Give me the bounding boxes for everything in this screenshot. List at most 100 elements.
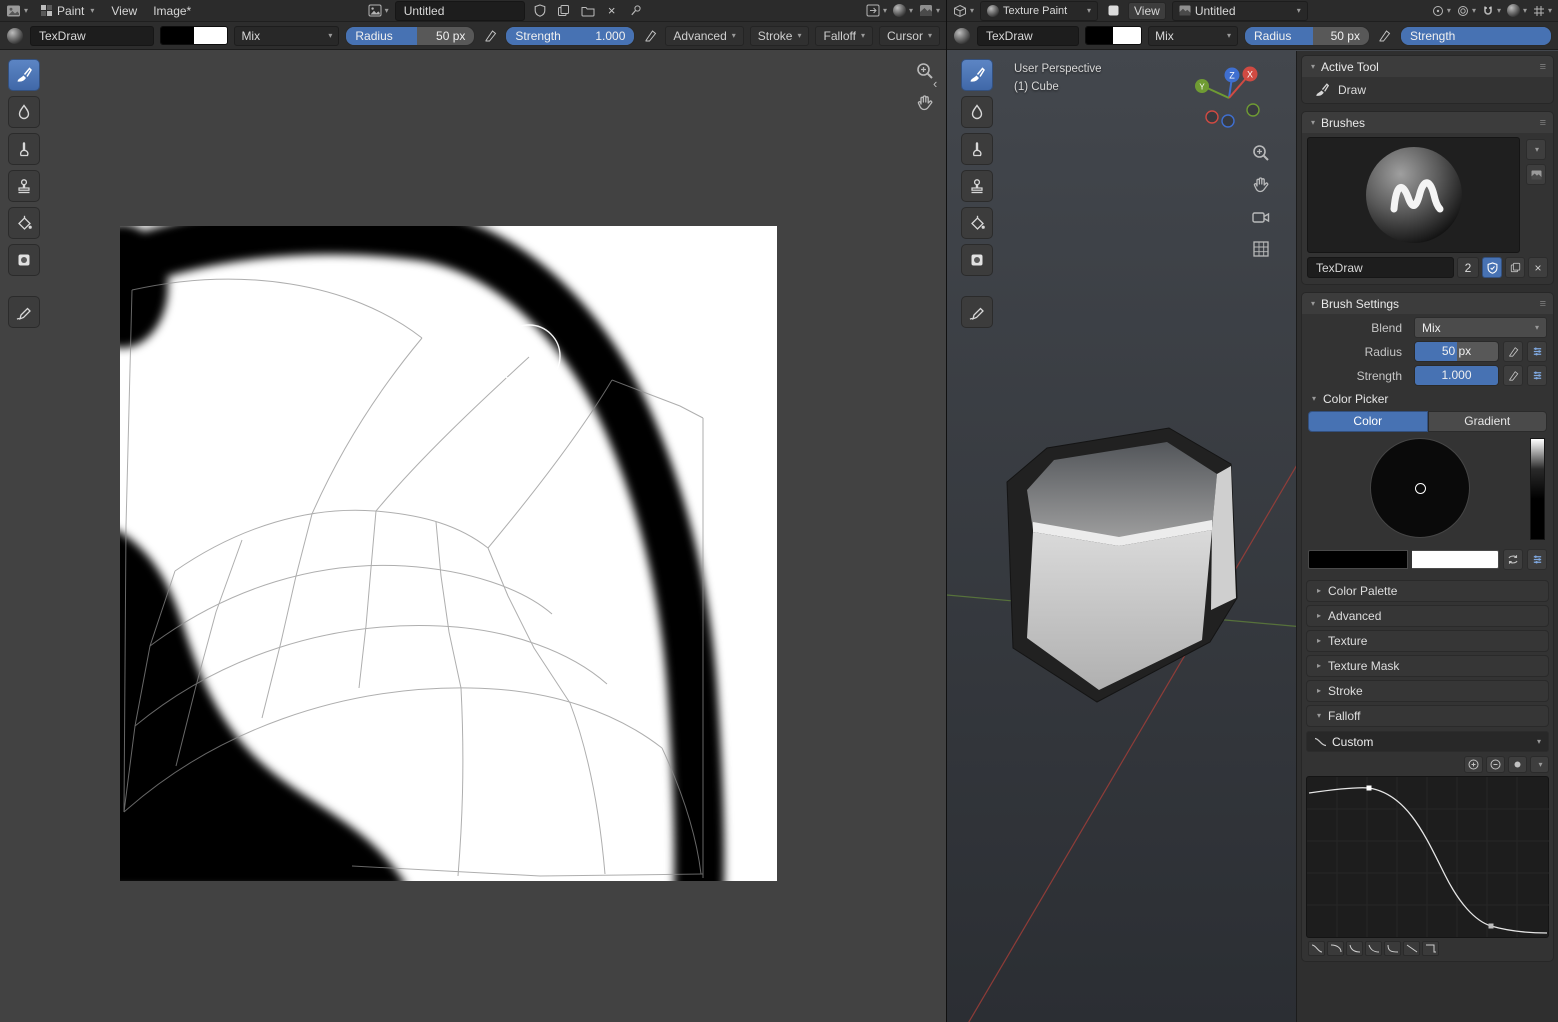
cube-object[interactable] (1007, 428, 1237, 702)
secondary-color-swatch[interactable] (1412, 550, 1499, 569)
snapping-dropdown[interactable]: ▾ (1482, 2, 1501, 20)
gizmo-neg-y[interactable] (1247, 104, 1259, 116)
section-stroke[interactable]: ▸ Stroke (1306, 680, 1549, 702)
gizmo-x-label[interactable]: X (1247, 70, 1253, 80)
canvas-image-dropdown[interactable]: Untitled ▾ (1172, 1, 1308, 21)
color-wheel[interactable] (1370, 438, 1470, 538)
curve-point-2[interactable] (1489, 924, 1494, 929)
strength-unit-button[interactable] (1527, 365, 1547, 386)
falloff-preset-inverse-square-icon[interactable] (1365, 941, 1382, 956)
blend-mode-dropdown[interactable]: Mix ▾ (234, 26, 339, 46)
open-image-button[interactable] (579, 2, 597, 20)
swap-colors-button[interactable] (1503, 549, 1523, 570)
menu-image[interactable]: Image* (148, 3, 196, 19)
color-wheel-cursor[interactable] (1415, 483, 1426, 494)
section-color-palette[interactable]: ▸ Color Palette (1306, 580, 1549, 602)
falloff-curve[interactable] (1309, 788, 1547, 933)
falloff-preset-constant-icon[interactable] (1422, 941, 1439, 956)
duplicate-brush-button[interactable] (1505, 257, 1525, 278)
gizmo-neg-z[interactable] (1222, 115, 1234, 127)
panel-grip-icon[interactable]: ≡ (1540, 61, 1546, 73)
secondary-color-swatch[interactable] (1113, 27, 1141, 44)
radius-slider[interactable]: Radius 50 px (345, 26, 475, 46)
fake-user-button[interactable] (531, 2, 549, 20)
panel-grip-icon[interactable]: ≡ (1540, 298, 1546, 310)
tab-color[interactable]: Color (1308, 411, 1428, 432)
brush-preview-button[interactable] (6, 27, 24, 45)
browse-image-button[interactable]: ▾ (368, 2, 389, 20)
falloff-preset-sharp-icon[interactable] (1384, 941, 1401, 956)
sidebar-collapse-arrow[interactable]: ‹ (933, 76, 937, 91)
radius-pressure-button[interactable] (481, 27, 499, 45)
brush-select-dropdown[interactable]: ▾ (1526, 139, 1546, 160)
section-texture-mask[interactable]: ▸ Texture Mask (1306, 655, 1549, 677)
material-ball-dropdown[interactable]: ▾ (893, 2, 913, 20)
curve-zoom-out-button[interactable] (1486, 756, 1505, 773)
tool-annotate[interactable] (8, 296, 40, 328)
tool-fill[interactable] (961, 207, 993, 239)
brush-name-field[interactable]: TexDraw (1307, 257, 1454, 278)
brush-users-count[interactable]: 2 (1457, 257, 1479, 278)
tool-clone[interactable] (8, 170, 40, 202)
image-editor-canvas-area[interactable]: ‹ (0, 50, 946, 1022)
curve-clipping-button[interactable] (1508, 756, 1527, 773)
tool-draw[interactable] (8, 59, 40, 91)
image-name-field[interactable]: Untitled (395, 1, 525, 21)
viewport-3d-area[interactable]: User Perspective (1) Cube (947, 50, 1558, 1022)
color-swatches[interactable] (1085, 26, 1142, 45)
editor-type-button[interactable]: ▾ (953, 2, 974, 20)
curve-zoom-in-button[interactable] (1464, 756, 1483, 773)
overlays-dropdown[interactable]: ▾ (1533, 2, 1552, 20)
active-tool-panel-header[interactable]: ▾ Active Tool ≡ (1302, 56, 1553, 77)
editor-type-button[interactable]: ▾ (6, 2, 28, 20)
orthographic-toggle-icon[interactable] (1251, 239, 1271, 259)
tool-clone[interactable] (961, 170, 993, 202)
tool-annotate[interactable] (961, 296, 993, 328)
unlink-brush-button[interactable]: × (1528, 257, 1548, 278)
primary-color-swatch[interactable] (1086, 27, 1114, 44)
strength-slider[interactable]: Strength 1.000 (505, 26, 635, 46)
radius-slider[interactable]: Radius 50 px (1244, 26, 1370, 46)
brush-preview-button[interactable] (953, 27, 971, 45)
display-channels-dropdown[interactable]: ▾ (919, 2, 940, 20)
secondary-color-swatch[interactable] (194, 27, 227, 44)
brush-name-field[interactable]: TexDraw (30, 26, 154, 46)
falloff-preset-linear-icon[interactable] (1403, 941, 1420, 956)
tool-smear[interactable] (8, 133, 40, 165)
color-picker-header[interactable]: ▾ Color Picker (1302, 389, 1553, 409)
advanced-dropdown[interactable]: Advanced ▾ (665, 26, 743, 46)
tool-mask[interactable] (961, 244, 993, 276)
radius-slider[interactable]: 50 px (1414, 341, 1499, 362)
gizmo-neg-x[interactable] (1206, 111, 1218, 123)
tool-soften[interactable] (961, 96, 993, 128)
blend-dropdown[interactable]: Mix ▾ (1414, 317, 1547, 338)
falloff-curve-widget[interactable] (1306, 776, 1549, 938)
brush-preview-box[interactable] (1307, 137, 1520, 253)
value-slider[interactable] (1530, 438, 1545, 540)
primary-color-swatch[interactable] (1308, 550, 1408, 569)
radius-pressure-button[interactable] (1376, 27, 1394, 45)
fake-user-toggle[interactable] (1482, 257, 1502, 278)
blend-mode-dropdown[interactable]: Mix ▾ (1148, 26, 1238, 46)
color-swatches[interactable] (160, 26, 228, 45)
tool-mask[interactable] (8, 244, 40, 276)
cursor-dropdown[interactable]: Cursor ▾ (879, 26, 940, 46)
pan-hand-icon[interactable] (1251, 175, 1271, 195)
radius-pressure-button[interactable] (1503, 341, 1523, 362)
mode-options-button[interactable] (1104, 2, 1122, 20)
menu-view[interactable]: View (1128, 2, 1166, 20)
brushes-panel-header[interactable]: ▾ Brushes ≡ (1302, 112, 1553, 133)
brush-name-field[interactable]: TexDraw (977, 26, 1079, 46)
radius-unit-button[interactable] (1527, 341, 1547, 362)
brush-icon-toggle[interactable] (1526, 164, 1546, 185)
strength-pressure-button[interactable] (641, 27, 659, 45)
pin-button[interactable] (627, 2, 645, 20)
color-pressure-button[interactable] (1527, 549, 1547, 570)
strength-pressure-button[interactable] (1503, 365, 1523, 386)
section-advanced[interactable]: ▸ Advanced (1306, 605, 1549, 627)
falloff-preset-smooth-icon[interactable] (1308, 941, 1325, 956)
pan-hand-icon[interactable] (915, 93, 935, 113)
pivot-dropdown[interactable]: ▾ (1432, 2, 1451, 20)
falloff-preset-root-icon[interactable] (1346, 941, 1363, 956)
active-tool-row[interactable]: Draw (1302, 77, 1553, 103)
